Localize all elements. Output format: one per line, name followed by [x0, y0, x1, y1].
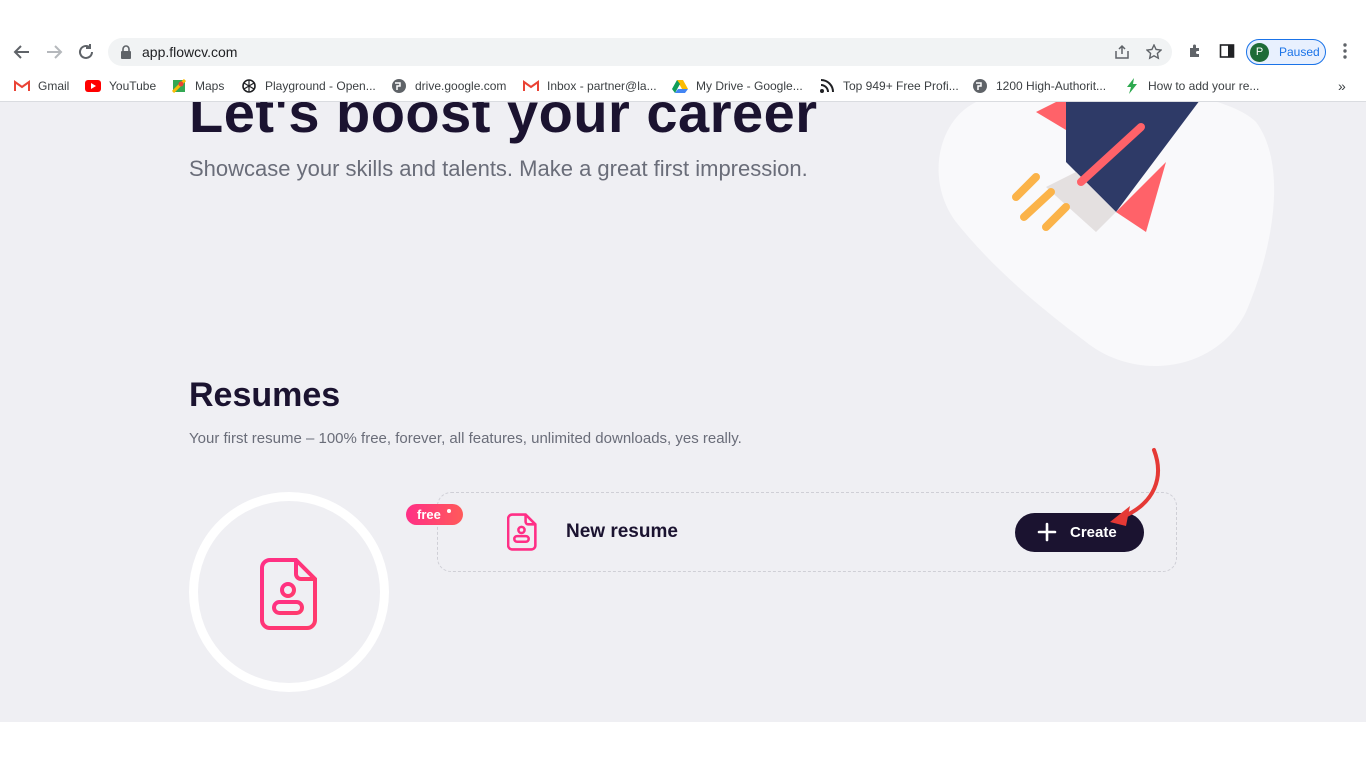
profile-button[interactable]: P Paused	[1246, 39, 1326, 65]
menu-icon[interactable]	[1336, 42, 1354, 60]
bookmark-star-icon[interactable]	[1145, 43, 1163, 60]
forward-button[interactable]	[42, 40, 66, 64]
youtube-icon	[85, 78, 101, 94]
more-bookmarks[interactable]: »	[1338, 76, 1346, 96]
annotation-arrow-icon	[1110, 448, 1160, 526]
bookmarks-bar: Gmail YouTube Maps Playground - Open... …	[0, 70, 1366, 102]
extensions-icon[interactable]	[1186, 42, 1204, 60]
bookmark-label: YouTube	[109, 79, 157, 93]
free-badge: free	[406, 504, 463, 525]
bookmark-drive-link[interactable]: drive.google.com	[391, 76, 506, 96]
resume-small-icon	[507, 513, 537, 551]
bookmark-label: drive.google.com	[415, 79, 507, 93]
free-badge-label: free	[417, 507, 441, 522]
resumes-title: Resumes	[189, 376, 341, 414]
globe-icon	[391, 78, 407, 94]
bookmark-my-drive[interactable]: My Drive - Google...	[672, 76, 803, 96]
badge-dot	[447, 509, 451, 513]
bookmark-gmail[interactable]: Gmail	[14, 76, 69, 96]
profile-status: Paused	[1279, 45, 1320, 59]
gmail-icon	[14, 78, 30, 94]
gmail-icon	[523, 78, 539, 94]
lock-icon	[120, 45, 132, 64]
bookmark-label: How to add your re...	[1148, 79, 1260, 93]
hero-subtitle: Showcase your skills and talents. Make a…	[189, 156, 808, 181]
back-button[interactable]	[10, 40, 34, 64]
rocket-illustration	[938, 102, 1275, 366]
page-bottom	[0, 722, 1366, 768]
resume-placeholder-circle	[189, 492, 389, 692]
bookmark-how-to[interactable]: How to add your re...	[1124, 76, 1259, 96]
side-panel-icon[interactable]	[1218, 42, 1236, 60]
address-bar[interactable]: app.flowcv.com	[108, 38, 1172, 66]
globe-icon	[972, 78, 988, 94]
browser-toolbar: app.flowcv.com P Paused	[0, 0, 1366, 70]
resume-document-icon	[260, 558, 317, 630]
bookmark-label: Maps	[195, 79, 225, 93]
avatar: P	[1250, 43, 1269, 62]
bookmark-top-949[interactable]: Top 949+ Free Profi...	[819, 76, 959, 96]
plus-icon	[1037, 522, 1057, 542]
new-resume-title: New resume	[566, 521, 678, 542]
drive-icon	[672, 78, 688, 94]
bookmark-1200[interactable]: 1200 High-Authorit...	[972, 76, 1106, 96]
resumes-subtitle: Your first resume – 100% free, forever, …	[189, 430, 742, 447]
reload-button[interactable]	[74, 40, 98, 64]
bookmark-label: My Drive - Google...	[696, 79, 803, 93]
hero-title: Let's boost your career	[189, 102, 818, 144]
bookmark-label: 1200 High-Authorit...	[996, 79, 1107, 93]
bookmark-label: Playground - Open...	[265, 79, 376, 93]
share-icon[interactable]	[1114, 44, 1130, 60]
bookmark-label: Inbox - partner@la...	[547, 79, 657, 93]
bolt-icon	[1124, 78, 1140, 94]
url-text: app.flowcv.com	[142, 44, 238, 60]
openai-icon	[241, 78, 257, 94]
feed-icon	[819, 78, 835, 94]
bookmark-inbox[interactable]: Inbox - partner@la...	[523, 76, 657, 96]
bookmark-label: Top 949+ Free Profi...	[843, 79, 959, 93]
maps-icon	[171, 78, 187, 94]
bookmark-playground[interactable]: Playground - Open...	[241, 76, 376, 96]
bookmark-label: Gmail	[38, 79, 70, 93]
bookmark-maps[interactable]: Maps	[171, 76, 224, 96]
bookmark-youtube[interactable]: YouTube	[85, 76, 156, 96]
